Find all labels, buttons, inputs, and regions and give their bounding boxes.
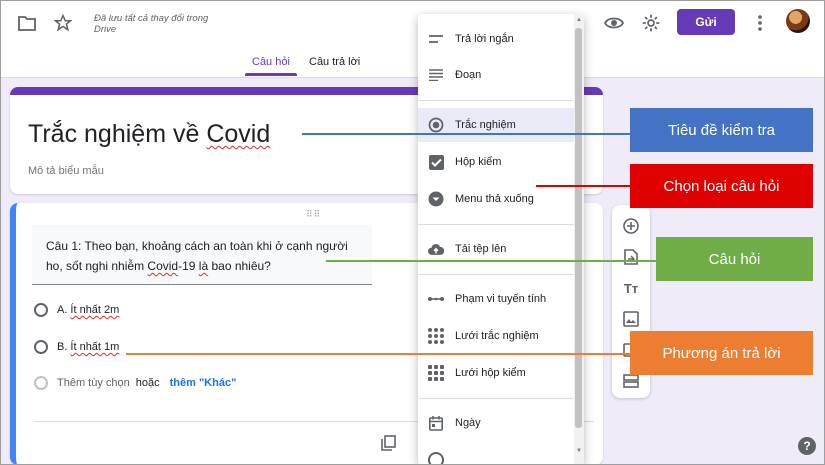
menu-item-date[interactable]: Ngày bbox=[418, 406, 574, 440]
calendar-icon bbox=[428, 415, 444, 431]
menu-separator bbox=[418, 224, 574, 225]
option-prefix: A. bbox=[57, 304, 68, 316]
preview-eye-icon[interactable] bbox=[603, 12, 625, 34]
menu-item-label: Lưới hộp kiểm bbox=[455, 367, 526, 379]
question-type-menu: Trả lời ngắn Đoạn Trắc nghiệm Hộp kiểm M… bbox=[418, 14, 584, 465]
scroll-down-arrow-icon[interactable]: ▼ bbox=[575, 447, 583, 455]
callout-answers: Phương án trả lời bbox=[630, 331, 813, 375]
star-icon[interactable] bbox=[52, 12, 74, 34]
question-text-input[interactable]: Câu 1: Theo bạn, khoảng cách an toàn khi… bbox=[32, 225, 372, 285]
form-description[interactable]: Mô tả biểu mẫu bbox=[28, 165, 104, 177]
menu-item-short-answer[interactable]: Trả lời ngắn bbox=[418, 22, 574, 56]
cloud-upload-icon bbox=[428, 241, 444, 257]
short-answer-icon bbox=[428, 31, 444, 47]
menu-item-multiple-choice[interactable]: Trắc nghiệm bbox=[418, 108, 574, 142]
multiple-choice-grid-icon bbox=[428, 328, 444, 344]
menu-item-dropdown[interactable]: Menu thả xuống bbox=[418, 182, 574, 216]
option-text: Ít nhất 2m bbox=[70, 304, 120, 316]
question-fragment: ho, sốt nghi nhiễm bbox=[46, 259, 145, 273]
menu-item-checkbox-grid[interactable]: Lưới hộp kiểm bbox=[418, 356, 574, 390]
add-other-link[interactable]: thêm "Khác" bbox=[170, 377, 237, 389]
form-title-text: Trắc nghiệm về bbox=[28, 120, 200, 148]
answer-option[interactable]: A. Ít nhất 2m bbox=[34, 303, 119, 317]
option-text: Ít nhất 1m bbox=[70, 341, 120, 353]
tab-questions[interactable]: Câu hỏi bbox=[252, 56, 290, 68]
linear-scale-icon bbox=[428, 291, 444, 307]
tab-responses[interactable]: Câu trả lời bbox=[309, 56, 360, 68]
callout-question-type: Chọn loại câu hỏi bbox=[630, 164, 813, 208]
radio-icon bbox=[34, 303, 48, 317]
callout-title: Tiêu đề kiểm tra bbox=[630, 108, 813, 152]
help-icon[interactable]: ? bbox=[798, 437, 816, 455]
radio-icon bbox=[34, 376, 48, 390]
menu-item-checkboxes[interactable]: Hộp kiểm bbox=[418, 145, 574, 179]
import-questions-icon[interactable] bbox=[621, 247, 641, 267]
menu-item-label: Đoạn bbox=[455, 69, 482, 81]
checkbox-grid-icon bbox=[428, 365, 444, 381]
question-fragment: Covid bbox=[147, 259, 179, 273]
menu-separator bbox=[418, 100, 574, 101]
question-fragment: -19 bbox=[178, 259, 196, 273]
form-title[interactable]: Trắc nghiệm về Covid bbox=[28, 120, 270, 149]
settings-gear-icon[interactable] bbox=[640, 12, 662, 34]
menu-item-paragraph[interactable]: Đoạn bbox=[418, 58, 574, 92]
more-vert-icon[interactable] bbox=[749, 12, 771, 34]
paragraph-icon bbox=[428, 67, 444, 83]
dropdown-icon bbox=[428, 191, 444, 207]
menu-item-linear-scale[interactable]: Phạm vi tuyến tính bbox=[418, 282, 574, 316]
time-icon bbox=[428, 452, 444, 465]
annotation-line-question bbox=[326, 260, 656, 262]
add-option-link[interactable]: Thêm tùy chọn bbox=[57, 377, 130, 389]
menu-item-label: Lưới trắc nghiệm bbox=[455, 330, 539, 342]
menu-item-label: Tải tệp lên bbox=[455, 243, 507, 255]
add-image-icon[interactable] bbox=[621, 309, 641, 329]
menu-separator bbox=[418, 274, 574, 275]
radio-icon bbox=[428, 117, 444, 133]
menu-item-multiple-choice-grid[interactable]: Lưới trắc nghiệm bbox=[418, 319, 574, 353]
radio-icon bbox=[34, 340, 48, 354]
menu-item-label: Menu thả xuống bbox=[455, 193, 534, 205]
user-avatar[interactable] bbox=[786, 9, 810, 33]
question-text-line1: Câu 1: Theo bạn, khoảng cách an toàn khi… bbox=[46, 239, 348, 253]
annotation-line-answers bbox=[126, 353, 630, 355]
question-fragment: bao nhiêu? bbox=[211, 259, 271, 273]
scrollbar-thumb[interactable] bbox=[575, 28, 582, 428]
folder-icon[interactable] bbox=[16, 12, 38, 34]
drag-handle-icon[interactable]: ⠿⠿ bbox=[306, 209, 321, 220]
add-option-row: Thêm tùy chọn hoặc thêm "Khác" bbox=[34, 376, 236, 390]
scroll-up-arrow-icon[interactable]: ▲ bbox=[575, 16, 583, 24]
menu-item-label: Ngày bbox=[455, 417, 481, 429]
or-text: hoặc bbox=[135, 377, 160, 389]
active-tab-indicator bbox=[245, 73, 297, 76]
menu-item-label: Phạm vi tuyến tính bbox=[455, 293, 547, 305]
answer-option[interactable]: B. Ít nhất 1m bbox=[34, 340, 119, 354]
top-bar: Đã lưu tất cả thay đổi trong Drive Gửi C… bbox=[0, 0, 825, 78]
send-button[interactable]: Gửi bbox=[677, 9, 735, 35]
duplicate-icon[interactable] bbox=[381, 435, 397, 451]
checkbox-icon bbox=[428, 154, 444, 170]
menu-separator bbox=[418, 398, 574, 399]
annotation-line-type bbox=[536, 185, 630, 187]
menu-item-label: Trả lời ngắn bbox=[455, 33, 514, 45]
save-status: Đã lưu tất cả thay đổi trong Drive bbox=[94, 13, 209, 35]
form-title-word: Covid bbox=[206, 120, 271, 148]
add-question-icon[interactable] bbox=[621, 216, 641, 236]
question-fragment: là bbox=[198, 259, 209, 273]
menu-item-label: Hộp kiểm bbox=[455, 156, 502, 168]
annotation-line-title bbox=[302, 133, 630, 135]
add-title-icon[interactable]: Tт bbox=[621, 278, 641, 298]
callout-question: Câu hỏi bbox=[656, 237, 813, 281]
question-text-line2: ho, sốt nghi nhiễm Covid-19 là bao nhiêu… bbox=[46, 256, 372, 276]
menu-item-label: Trắc nghiệm bbox=[455, 119, 516, 131]
option-prefix: B. bbox=[57, 341, 68, 353]
